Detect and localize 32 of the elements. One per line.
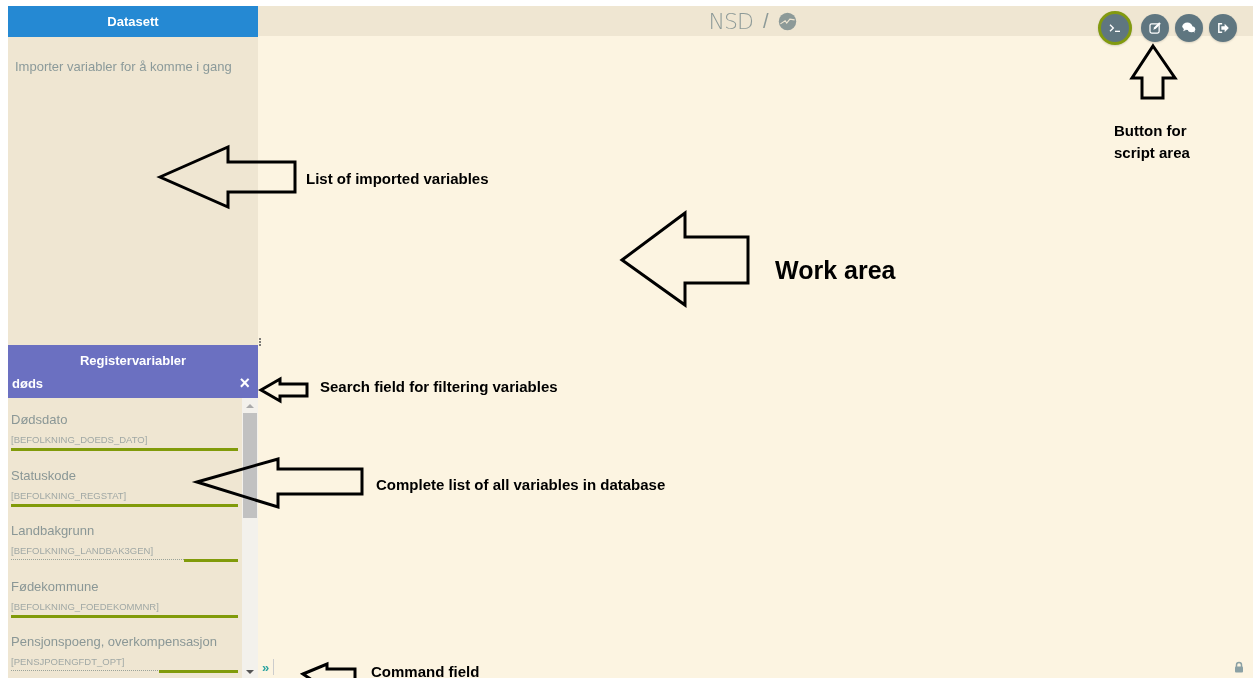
resize-handle-icon — [258, 337, 262, 347]
annotation-label: Button for script area — [1114, 121, 1191, 163]
annotation-arrow — [1129, 43, 1178, 100]
terminal-button[interactable] — [1098, 11, 1132, 45]
variable-item[interactable]: Pensjonspoeng, overkompensasjon [PENSJPOENGFDT_OPT] — [8, 634, 242, 678]
annotation-arrow — [299, 661, 357, 678]
variable-item[interactable]: Landbakgrunn [BEFOLKNING_LANDBAK3GEN] — [8, 523, 242, 579]
annotation-label: Work area — [775, 256, 896, 285]
pencil-square-button[interactable] — [1141, 14, 1169, 42]
panel-title: Datasett — [8, 6, 258, 37]
variable-item[interactable]: Statuskode [BEFOLKNING_REGSTAT] — [8, 467, 242, 523]
command-prompt: » — [262, 659, 270, 675]
exit-button[interactable] — [1209, 14, 1237, 42]
scroll-down-icon[interactable] — [246, 670, 254, 674]
breadcrumb-separator: / — [762, 9, 769, 33]
annotation-label: Complete list of all variables in database — [376, 476, 666, 493]
scrollbar[interactable] — [242, 398, 258, 678]
lock-icon — [1233, 660, 1245, 674]
search-field[interactable]: døds × — [8, 368, 258, 398]
annotation-label: List of imported variables — [306, 170, 489, 187]
variable-item[interactable]: Dødsdato [BEFOLKNING_DOEDS_DATO] — [8, 412, 242, 468]
chat-bubbles-button[interactable] — [1175, 14, 1203, 42]
chart-icon — [778, 11, 798, 31]
panel-title: Registervariabler — [78, 352, 188, 368]
empty-message: Importer variabler for å komme i gang — [14, 58, 233, 74]
scrollbar-thumb[interactable] — [243, 413, 257, 518]
annotation-arrow — [258, 376, 309, 404]
annotation-label: Command field — [371, 663, 480, 678]
clear-button[interactable]: × — [235, 374, 254, 392]
annotation-label: Search field for filtering variables — [320, 378, 558, 395]
variable-item[interactable]: Fødekommune [BEFOLKNING_FOEDEKOMMNR] — [8, 578, 242, 634]
logo-text: NSD — [708, 8, 753, 34]
